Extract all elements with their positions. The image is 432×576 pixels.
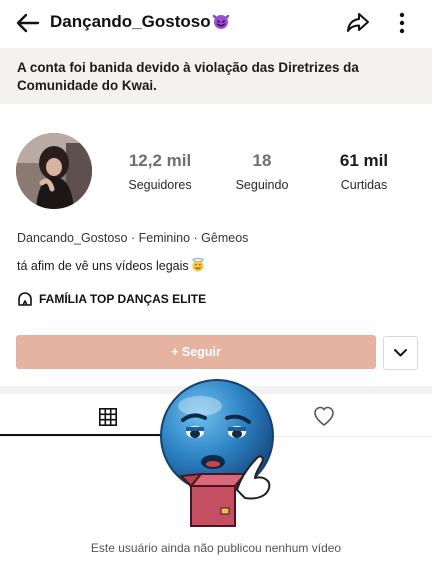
avatar[interactable] [16, 133, 92, 209]
empty-state-message: Este usuário ainda não publicou nenhum v… [90, 541, 342, 555]
followers-count: 12,2 mil [128, 151, 192, 170]
following-label: Seguindo [235, 178, 289, 192]
active-tab-indicator [0, 434, 170, 436]
meta-gender: Feminino [138, 231, 191, 245]
bio-text: tá afim de vê uns vídeos legais [17, 259, 189, 273]
ban-notice-text: A conta foi banida devido à violação das… [17, 60, 359, 93]
likes-label: Curtidas [340, 178, 388, 192]
suggestions-dropdown-button[interactable] [383, 336, 418, 370]
avatar-photo [16, 133, 92, 209]
profile-meta: Dancando_Gostoso · Feminino · Gêmeos [17, 231, 248, 245]
more-options-icon[interactable] [392, 9, 412, 37]
halo-smile-emoji-icon [192, 258, 204, 272]
family-name: FAMÍLIA TOP DANÇAS ELITE [39, 292, 207, 306]
profile-bio: tá afim de vê uns vídeos legais [17, 258, 205, 273]
meta-sign: Gêmeos [201, 231, 249, 245]
follow-button-label: + Seguir [171, 345, 221, 359]
meta-separator: · [130, 231, 139, 245]
chevron-down-icon [394, 349, 407, 357]
followers-label: Seguidores [128, 178, 192, 192]
meta-username: Dancando_Gostoso [17, 231, 128, 245]
profile-title: Dançando_Gostoso [50, 12, 230, 32]
ban-notice: A conta foi banida devido à violação das… [0, 48, 432, 104]
back-arrow-icon[interactable] [14, 10, 42, 36]
following-count: 18 [252, 151, 272, 170]
profile-title-text: Dançando_Gostoso [50, 12, 211, 31]
follow-button[interactable]: + Seguir [16, 335, 376, 369]
likes-count: 61 mil [339, 151, 389, 170]
smiling-devil-emoji-icon [212, 14, 229, 29]
top-bar: Dançando_Gostoso [0, 0, 432, 46]
thinking-emoji-sticker [160, 379, 274, 527]
share-icon[interactable] [344, 9, 372, 37]
family-house-icon [18, 292, 32, 306]
